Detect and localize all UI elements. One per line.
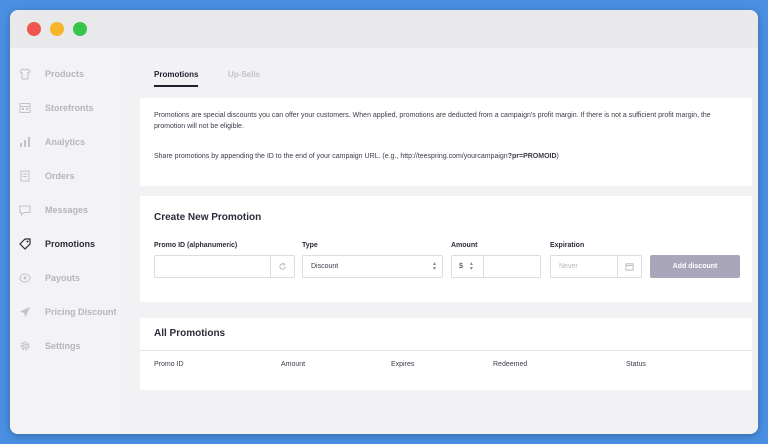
sidebar-item-messages[interactable]: Messages — [10, 193, 122, 227]
main-content: Promotions Up-Sells Promotions are speci… — [122, 48, 758, 434]
sidebar-item-label: Messages — [45, 205, 89, 215]
share-instructions: Share promotions by appending the ID to … — [154, 153, 559, 160]
sidebar-item-analytics[interactable]: Analytics — [10, 125, 122, 159]
calendar-icon[interactable] — [617, 256, 641, 277]
select-arrows-icon: ▴ ▾ — [432, 261, 436, 272]
close-window-button[interactable] — [27, 22, 41, 36]
sidebar-item-label: Promotions — [45, 239, 96, 249]
sidebar-item-label: Pricing Discount — [45, 307, 117, 317]
divider — [140, 350, 752, 351]
maximize-window-button[interactable] — [73, 22, 87, 36]
create-promotion-title: Create New Promotion — [154, 212, 262, 223]
sidebar-item-label: Payouts — [45, 273, 81, 283]
expiration-input[interactable]: Never — [550, 255, 642, 278]
sidebar-item-label: Analytics — [45, 137, 86, 147]
tab-promotions[interactable]: Promotions — [154, 70, 199, 87]
promo-id-input[interactable] — [154, 255, 295, 278]
sidebar-item-pricing-discount[interactable]: Pricing Discount — [10, 295, 122, 329]
title-bar — [10, 10, 758, 48]
tab-bar: Promotions Up-Sells — [122, 48, 758, 92]
type-select[interactable]: Discount ▴ ▾ — [302, 255, 443, 278]
currency-select[interactable]: $ ▴ ▾ — [452, 256, 484, 277]
sidebar: Products Storefronts Analytics Orders Me… — [10, 48, 122, 434]
sidebar-item-storefronts[interactable]: Storefronts — [10, 91, 122, 125]
promotions-description: Promotions are special discounts you can… — [154, 112, 711, 130]
promotions-info-card: Promotions are special discounts you can… — [140, 98, 752, 186]
sidebar-item-products[interactable]: Products — [10, 57, 122, 91]
bar-chart-icon — [18, 135, 32, 149]
shirt-icon — [18, 67, 32, 81]
sidebar-item-label: Products — [45, 69, 85, 79]
column-header-expires[interactable]: Expires — [391, 361, 414, 368]
message-icon — [18, 203, 32, 217]
type-select-value: Discount — [311, 263, 339, 270]
payout-icon — [18, 271, 32, 285]
amount-input[interactable]: $ ▴ ▾ — [451, 255, 541, 278]
sidebar-item-payouts[interactable]: Payouts — [10, 261, 122, 295]
sidebar-item-label: Settings — [45, 341, 81, 351]
expiration-label: Expiration — [550, 242, 585, 249]
app-window: Products Storefronts Analytics Orders Me… — [10, 10, 758, 434]
sidebar-item-settings[interactable]: Settings — [10, 329, 122, 363]
create-promotion-card: Create New Promotion Promo ID (alphanume… — [140, 196, 752, 302]
orders-icon — [18, 169, 32, 183]
sidebar-item-orders[interactable]: Orders — [10, 159, 122, 193]
sidebar-item-label: Storefronts — [45, 103, 94, 113]
sidebar-item-promotions[interactable]: Promotions — [10, 227, 122, 261]
column-header-promo-id[interactable]: Promo ID — [154, 361, 184, 368]
storefront-icon — [18, 101, 32, 115]
column-header-status[interactable]: Status — [626, 361, 646, 368]
all-promotions-card: All Promotions Promo ID Amount Expires R… — [140, 318, 752, 390]
promo-id-label: Promo ID (alphanumeric) — [154, 242, 238, 249]
amount-label: Amount — [451, 242, 478, 249]
type-label: Type — [302, 242, 318, 249]
minimize-window-button[interactable] — [50, 22, 64, 36]
all-promotions-title: All Promotions — [154, 328, 226, 339]
rocket-icon — [18, 305, 32, 319]
tag-icon — [18, 237, 32, 251]
refresh-icon[interactable] — [270, 256, 294, 277]
tab-up-sells[interactable]: Up-Sells — [228, 70, 260, 79]
gear-icon — [18, 339, 32, 353]
column-header-redeemed[interactable]: Redeemed — [493, 361, 527, 368]
sidebar-item-label: Orders — [45, 171, 75, 181]
column-header-amount[interactable]: Amount — [281, 361, 305, 368]
select-arrows-icon: ▴ ▾ — [469, 260, 473, 272]
add-discount-button[interactable]: Add discount — [650, 255, 740, 278]
